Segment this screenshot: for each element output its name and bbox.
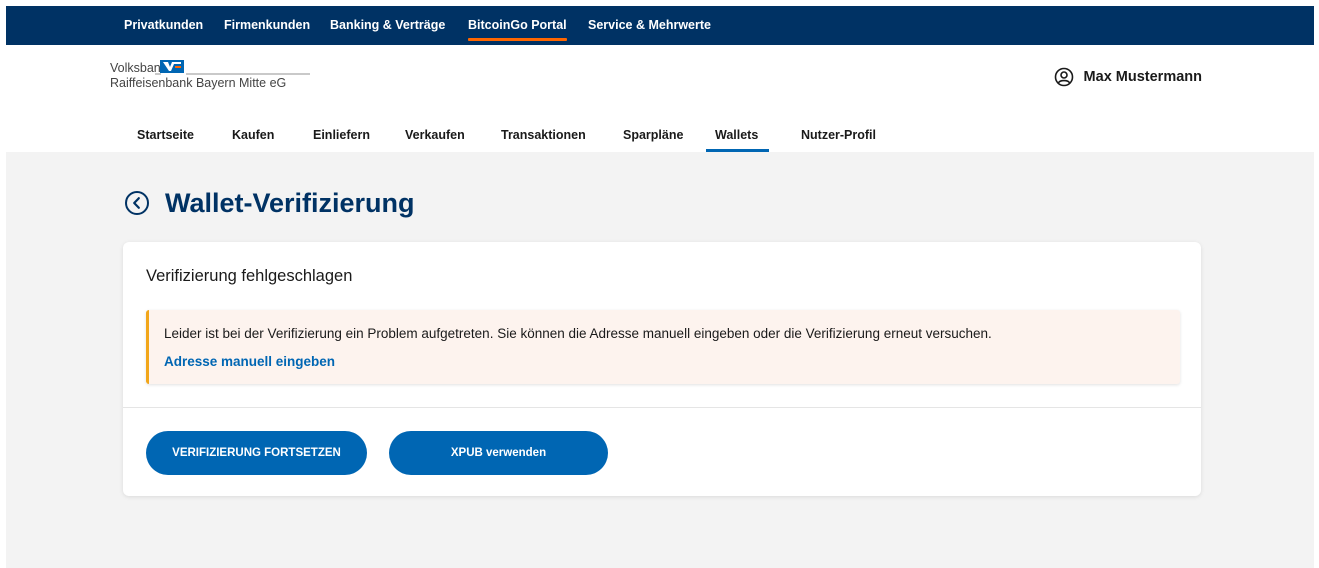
use-xpub-button[interactable]: XPUB verwenden [389,431,608,475]
logo-rule [186,73,310,75]
tab-wallets[interactable]: Wallets [705,128,770,152]
tab-nutzer-profil[interactable]: Nutzer-Profil [801,128,876,142]
manual-address-link[interactable]: Adresse manuell eingeben [164,354,335,369]
app-frame: Privatkunden Firmenkunden Banking & Vert… [6,6,1314,568]
user-circle-icon [1054,67,1073,87]
card-title: Verifizierung fehlgeschlagen [146,267,353,285]
top-nav-bitcoingo-portal[interactable]: BitcoinGo Portal [468,6,567,45]
tab-einliefern[interactable]: Einliefern [313,128,370,142]
top-nav-privatkunden[interactable]: Privatkunden [124,6,203,45]
top-nav-banking-vertraege[interactable]: Banking & Verträge [330,6,445,45]
tab-transaktionen[interactable]: Transaktionen [501,128,586,142]
tab-sparplaene[interactable]: Sparpläne [623,128,683,142]
top-nav-service-mehrwerte[interactable]: Service & Mehrwerte [588,6,711,45]
verification-card: Verifizierung fehlgeschlagen Leider ist … [123,242,1201,496]
brand-name-line2: Raiffeisenbank Bayern Mitte eG [110,76,287,90]
continue-verification-button[interactable]: VERIFIZIERUNG FORTSETZEN [146,431,367,475]
top-navigation: Privatkunden Firmenkunden Banking & Vert… [6,6,1314,45]
user-name: Max Mustermann [1083,69,1202,85]
chevron-left-circle-icon[interactable] [124,190,150,216]
card-divider [123,407,1201,408]
tab-kaufen[interactable]: Kaufen [232,128,274,142]
volksbank-logo-icon [160,60,184,73]
page-title: Wallet-Verifizierung [165,187,415,218]
page-header: Wallet-Verifizierung [124,186,415,220]
warning-alert: Leider ist bei der Verifizierung ein Pro… [146,310,1180,384]
tab-startseite[interactable]: Startseite [137,128,194,142]
logo-rule-left [155,73,161,75]
tab-verkaufen[interactable]: Verkaufen [405,128,465,142]
top-nav-firmenkunden[interactable]: Firmenkunden [224,6,310,45]
user-menu[interactable]: Max Mustermann [1054,65,1202,89]
bank-logo[interactable]: Volksbank Raiffeisenbank Bayern Mitte eG [110,59,320,99]
site-header: Volksbank Raiffeisenbank Bayern Mitte eG… [6,45,1314,152]
alert-message: Leider ist bei der Verifizierung ein Pro… [164,326,992,341]
